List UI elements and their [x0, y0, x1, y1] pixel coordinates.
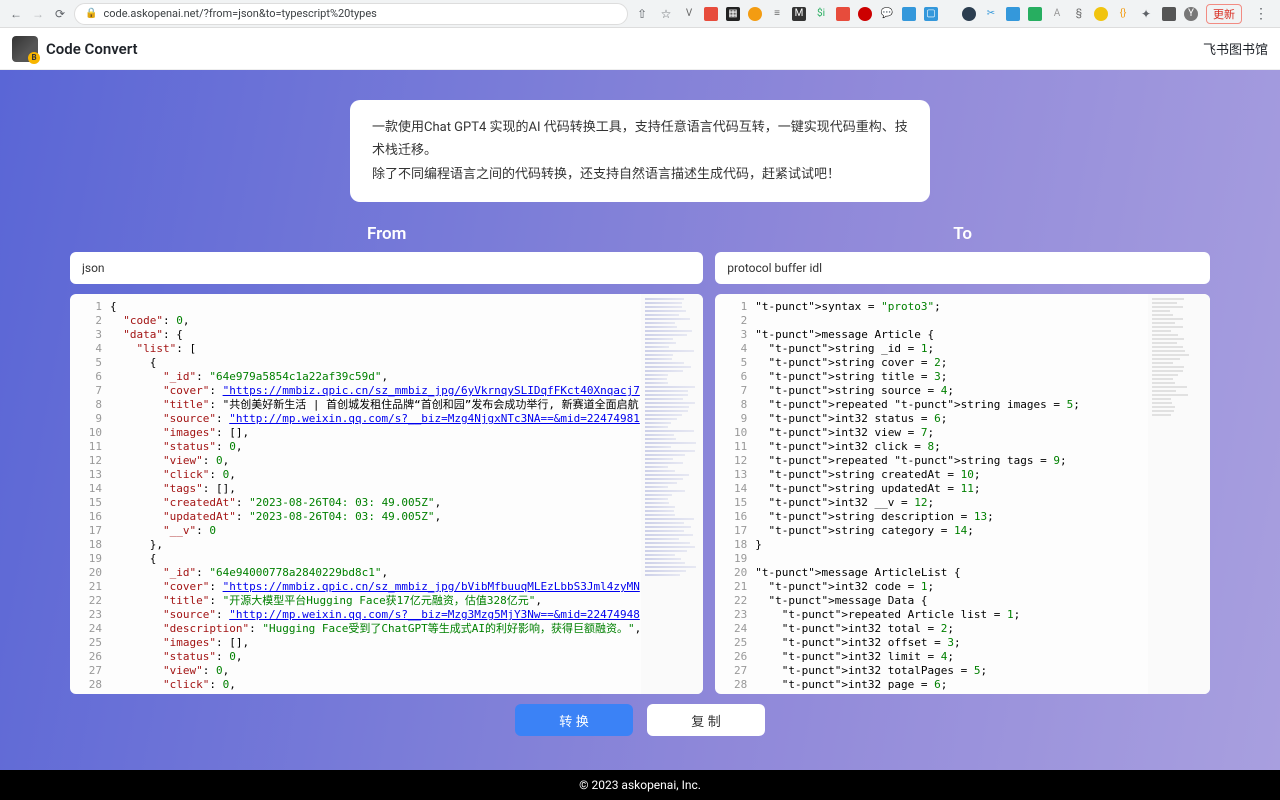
action-row: 转 换 复 制 — [0, 704, 1280, 736]
footer: © 2023 askopenai, Inc. — [0, 770, 1280, 800]
share-icon[interactable]: ⇧ — [634, 6, 650, 22]
ext-icon[interactable]: V — [682, 7, 696, 21]
footer-text: © 2023 askopenai, Inc. — [579, 778, 701, 792]
main-content: 一款使用Chat GPT4 实现的AI 代码转换工具，支持任意语言代码互转，一键… — [0, 70, 1280, 770]
ext-icon[interactable]: ▢ — [924, 7, 938, 21]
ext-icon[interactable]: M — [792, 7, 806, 21]
to-minimap[interactable] — [1148, 294, 1210, 694]
ext-icon[interactable]: 💬 — [880, 7, 894, 21]
copy-button[interactable]: 复 制 — [647, 704, 765, 736]
ext-icon[interactable] — [836, 7, 850, 21]
app-logo-icon — [12, 36, 38, 62]
browser-menu-icon[interactable]: ⋮ — [1250, 6, 1272, 22]
from-code-content[interactable]: { "code": 0, "data": { "list": [ { "_id"… — [110, 294, 641, 694]
ext-icon[interactable]: {} — [1116, 7, 1130, 21]
ext-icon[interactable] — [1162, 7, 1176, 21]
avatar-icon[interactable]: Y — [1184, 7, 1198, 21]
forward-icon[interactable]: → — [30, 6, 46, 22]
from-language-input[interactable] — [70, 252, 703, 284]
to-language-input[interactable] — [715, 252, 1210, 284]
ext-icon[interactable]: A — [1050, 7, 1064, 21]
library-link[interactable]: 飞书图书馆 — [1203, 39, 1268, 58]
ext-icon[interactable] — [858, 7, 872, 21]
to-code-editor[interactable]: 1234567891011121314151617181920212223242… — [715, 294, 1210, 694]
from-code-editor[interactable]: 1234567891011121314151617181920212223242… — [70, 294, 703, 694]
to-panel: To 1234567891011121314151617181920212223… — [715, 224, 1210, 694]
to-gutter: 1234567891011121314151617181920212223242… — [715, 294, 755, 694]
ext-icon[interactable] — [962, 7, 976, 21]
extensions-icon[interactable]: ✦ — [1138, 6, 1154, 22]
ext-icon[interactable] — [902, 7, 916, 21]
lock-icon: 🔒 — [85, 8, 97, 19]
ext-icon[interactable]: § — [1072, 7, 1086, 21]
browser-extensions: ⇧ ☆ V ▦ ≡ M $i 💬 ▢ ✂ A § {} ✦ Y 更新 ⋮ — [634, 4, 1272, 24]
description-line2: 除了不同编程语言之间的代码转换，还支持自然语言描述生成代码，赶紧试试吧！ — [372, 163, 908, 186]
ext-icon[interactable] — [1006, 7, 1020, 21]
from-minimap[interactable] — [641, 294, 703, 694]
reload-icon[interactable]: ⟳ — [52, 6, 68, 22]
convert-button[interactable]: 转 换 — [515, 704, 633, 736]
ext-icon[interactable]: ▦ — [726, 7, 740, 21]
ext-icon[interactable]: ≡ — [770, 7, 784, 21]
app-title: Code Convert — [46, 40, 138, 58]
browser-update-button[interactable]: 更新 — [1206, 4, 1242, 24]
app-header: Code Convert 飞书图书馆 — [0, 28, 1280, 70]
to-title: To — [715, 224, 1210, 244]
address-bar[interactable]: 🔒 code.askopenai.net/?from=json&to=types… — [74, 3, 628, 25]
from-panel: From 12345678910111213141516171819202122… — [70, 224, 703, 694]
url-text: code.askopenai.net/?from=json&to=typescr… — [103, 7, 376, 20]
back-icon[interactable]: ← — [8, 6, 24, 22]
ext-icon[interactable]: $i — [814, 7, 828, 21]
browser-chrome: ← → ⟳ 🔒 code.askopenai.net/?from=json&to… — [0, 0, 1280, 28]
to-code-content[interactable]: "t-punct">syntax = "proto3";"t-punct">me… — [755, 294, 1148, 694]
ext-icon[interactable] — [1028, 7, 1042, 21]
star-icon[interactable]: ☆ — [658, 6, 674, 22]
ext-icon[interactable]: ✂ — [984, 7, 998, 21]
from-title: From — [70, 224, 703, 244]
description-line1: 一款使用Chat GPT4 实现的AI 代码转换工具，支持任意语言代码互转，一键… — [372, 116, 908, 163]
from-gutter: 1234567891011121314151617181920212223242… — [70, 294, 110, 694]
ext-icon[interactable] — [748, 7, 762, 21]
ext-icon[interactable] — [704, 7, 718, 21]
ext-icon[interactable] — [1094, 7, 1108, 21]
description-box: 一款使用Chat GPT4 实现的AI 代码转换工具，支持任意语言代码互转，一键… — [350, 100, 930, 202]
